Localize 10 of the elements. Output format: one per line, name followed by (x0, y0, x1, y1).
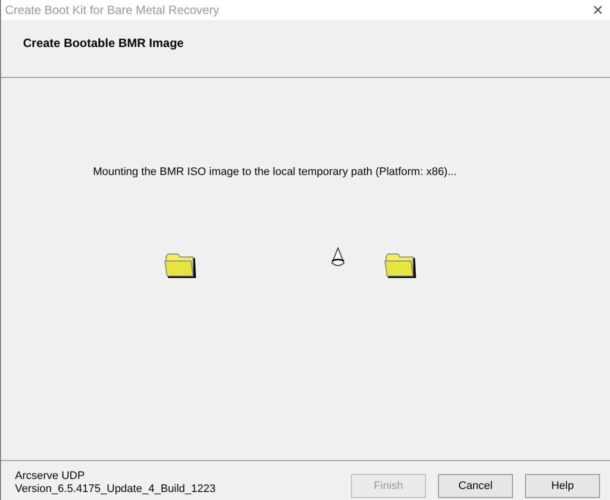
folder-icon (384, 251, 416, 279)
header-title: Create Bootable BMR Image (23, 36, 184, 50)
window-title: Create Boot Kit for Bare Metal Recovery (5, 2, 220, 19)
product-name: Arcserve UDP (15, 470, 86, 483)
version-text: Version_6.5.4175_Update_4_Build_1223 (15, 483, 216, 496)
folder-icon (164, 251, 196, 279)
close-button[interactable]: ✕ (592, 3, 604, 17)
status-message: Mounting the BMR ISO image to the local temporary path (Platform: x86)... (93, 166, 457, 178)
dialog-button[interactable]: Cancel (438, 474, 513, 498)
dialog-button[interactable]: Help (525, 474, 600, 498)
